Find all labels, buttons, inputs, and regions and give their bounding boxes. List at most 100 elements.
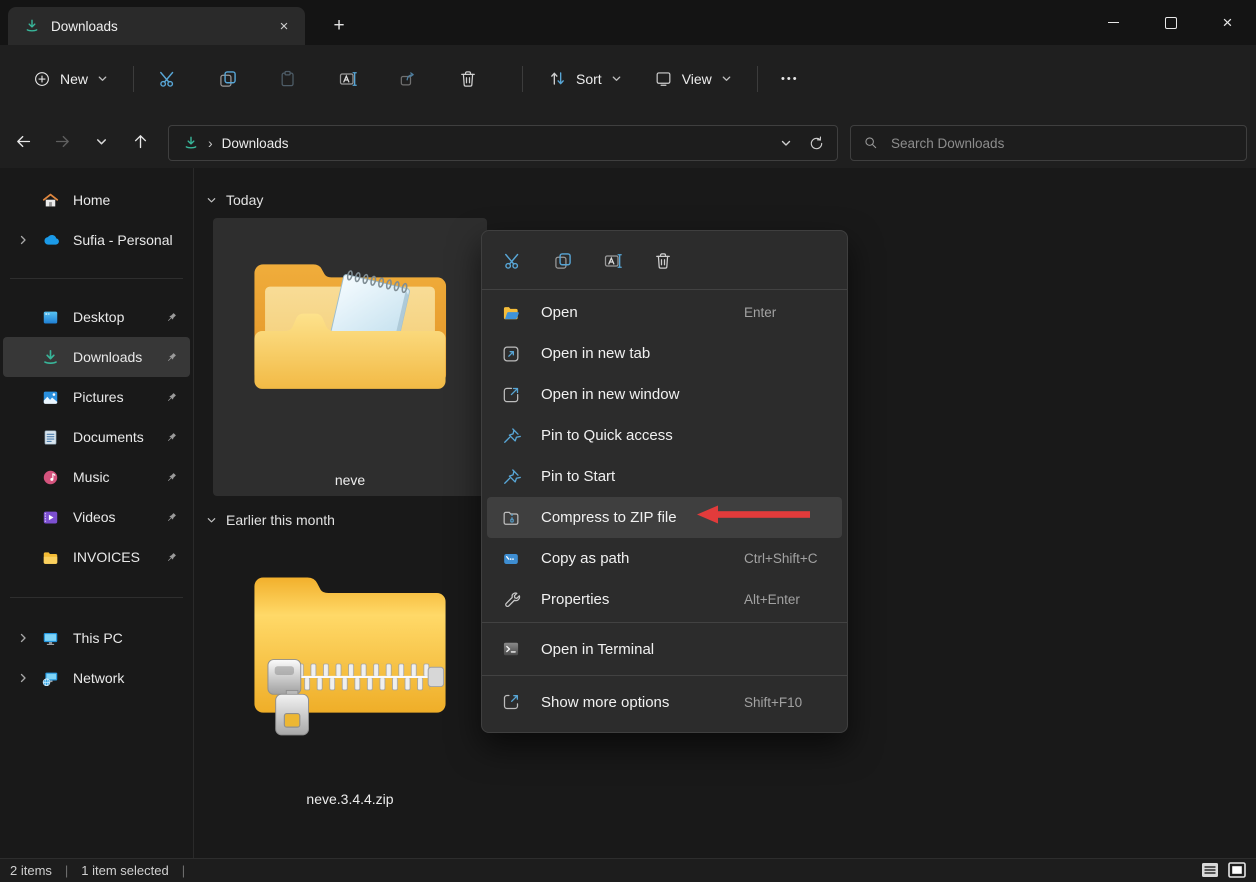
pictures-icon <box>41 388 61 407</box>
cut-button[interactable] <box>494 245 532 277</box>
command-bar: New Sort <box>0 45 1256 112</box>
chevron-right-icon[interactable] <box>17 632 33 644</box>
delete-button[interactable] <box>644 245 682 277</box>
chevron-down-icon <box>206 195 217 206</box>
menu-item-properties[interactable]: Properties Alt+Enter <box>487 579 842 620</box>
toolbar-separator <box>522 66 523 92</box>
copy-button[interactable] <box>544 245 582 277</box>
sort-icon <box>548 69 567 88</box>
sidebar-item-downloads[interactable]: Downloads <box>3 337 190 377</box>
pin-icon <box>165 391 178 404</box>
sort-button-label: Sort <box>576 71 602 87</box>
group-header-today[interactable]: Today <box>206 192 263 208</box>
address-bar[interactable]: › Downloads <box>168 125 838 161</box>
sidebar-separator <box>10 278 183 279</box>
pin-icon <box>165 511 178 524</box>
desktop-icon <box>41 308 61 327</box>
sidebar-item-pictures[interactable]: Pictures <box>3 377 190 417</box>
back-button[interactable] <box>6 125 40 157</box>
large-icons-view-button[interactable] <box>1228 862 1246 878</box>
up-button[interactable] <box>123 125 157 157</box>
tab-close-icon[interactable]: × <box>271 14 297 38</box>
menu-item-open-in-new-window[interactable]: Open in new window <box>487 374 842 415</box>
trash-icon <box>653 251 673 271</box>
address-dropdown-button[interactable] <box>780 137 792 149</box>
recent-locations-button[interactable] <box>84 125 118 157</box>
file-tile-neve-zip[interactable]: neve.3.4.4.zip <box>213 535 487 815</box>
sort-button[interactable]: Sort <box>537 62 633 95</box>
new-button[interactable]: New <box>22 63 119 95</box>
search-input[interactable] <box>889 135 1236 152</box>
group-header-earlier[interactable]: Earlier this month <box>206 512 335 528</box>
close-window-button[interactable]: × <box>1199 0 1256 45</box>
toolbar-separator <box>133 66 134 92</box>
rename-icon <box>338 69 358 89</box>
documents-icon <box>41 428 61 447</box>
sidebar-item-onedrive[interactable]: Sufia - Personal <box>3 220 190 260</box>
menu-item-open-in-new-tab[interactable]: Open in new tab <box>487 333 842 374</box>
view-button[interactable]: View <box>643 62 743 95</box>
open-folder-icon <box>501 303 525 323</box>
sidebar-item-desktop[interactable]: Desktop <box>3 297 190 337</box>
menu-item-copy-as-path[interactable]: Copy as path Ctrl+Shift+C <box>487 538 842 579</box>
new-tab-button[interactable]: + <box>324 12 354 39</box>
sidebar-item-documents[interactable]: Documents <box>3 417 190 457</box>
file-name: neve.3.4.4.zip <box>306 791 393 807</box>
copy-as-path-icon <box>501 549 525 569</box>
file-tile-neve[interactable]: neve <box>213 218 487 496</box>
sidebar-separator <box>10 597 183 598</box>
chevron-right-icon[interactable] <box>17 234 33 246</box>
maximize-button[interactable] <box>1142 0 1199 45</box>
sidebar-item-this-pc[interactable]: This PC <box>3 618 190 658</box>
see-more-button[interactable]: ••• <box>772 63 808 95</box>
menu-item-show-more-options[interactable]: Show more options Shift+F10 <box>487 678 842 726</box>
paste-icon <box>278 69 298 89</box>
copy-button[interactable] <box>208 61 248 97</box>
breadcrumb-separator: › <box>208 135 213 151</box>
forward-button[interactable] <box>45 125 79 157</box>
trash-icon <box>458 69 478 89</box>
sidebar-item-network[interactable]: Network <box>3 658 190 698</box>
menu-item-pin-to-start[interactable]: Pin to Start <box>487 456 842 497</box>
plus-circle-icon <box>33 70 51 88</box>
selection-count: 1 item selected <box>81 863 168 878</box>
menu-item-open[interactable]: Open Enter <box>487 292 842 333</box>
arrow-right-icon <box>53 132 72 151</box>
context-menu: Open Enter Open in new tab Open in new w… <box>481 230 848 733</box>
refresh-button[interactable] <box>808 135 825 152</box>
sidebar-item-music[interactable]: Music <box>3 457 190 497</box>
pin-icon <box>501 426 525 446</box>
cut-icon <box>503 251 523 271</box>
chevron-right-icon[interactable] <box>17 672 33 684</box>
minimize-button[interactable] <box>1085 0 1142 45</box>
menu-divider <box>482 622 847 623</box>
menu-item-pin-to-quick-access[interactable]: Pin to Quick access <box>487 415 842 456</box>
share-button[interactable] <box>388 61 428 97</box>
show-more-options-icon <box>501 692 525 712</box>
home-icon <box>41 191 61 210</box>
chevron-down-icon <box>611 73 622 84</box>
open-in-new-tab-icon <box>501 344 525 364</box>
delete-button[interactable] <box>448 61 488 97</box>
paste-button[interactable] <box>268 61 308 97</box>
cut-button[interactable] <box>148 61 188 97</box>
breadcrumb[interactable]: Downloads <box>222 136 289 151</box>
search-box[interactable] <box>850 125 1247 161</box>
rename-button[interactable] <box>328 61 368 97</box>
navigation-pane: Home Sufia - Personal Desktop <box>0 168 193 858</box>
tab-downloads[interactable]: Downloads × <box>8 7 305 45</box>
compress-zip-icon <box>501 508 525 528</box>
new-button-label: New <box>60 71 88 87</box>
pin-icon <box>165 471 178 484</box>
status-separator: | <box>65 863 68 878</box>
view-button-label: View <box>682 71 712 87</box>
file-name: neve <box>335 472 365 488</box>
sidebar-item-videos[interactable]: Videos <box>3 497 190 537</box>
downloads-icon <box>41 348 61 367</box>
rename-button[interactable] <box>594 245 632 277</box>
sidebar-item-invoices[interactable]: INVOICES <box>3 537 190 577</box>
details-view-button[interactable] <box>1201 862 1219 878</box>
sidebar-item-home[interactable]: Home <box>3 180 190 220</box>
status-bar: 2 items | 1 item selected | <box>0 858 1256 882</box>
menu-item-open-in-terminal[interactable]: Open in Terminal <box>487 625 842 673</box>
